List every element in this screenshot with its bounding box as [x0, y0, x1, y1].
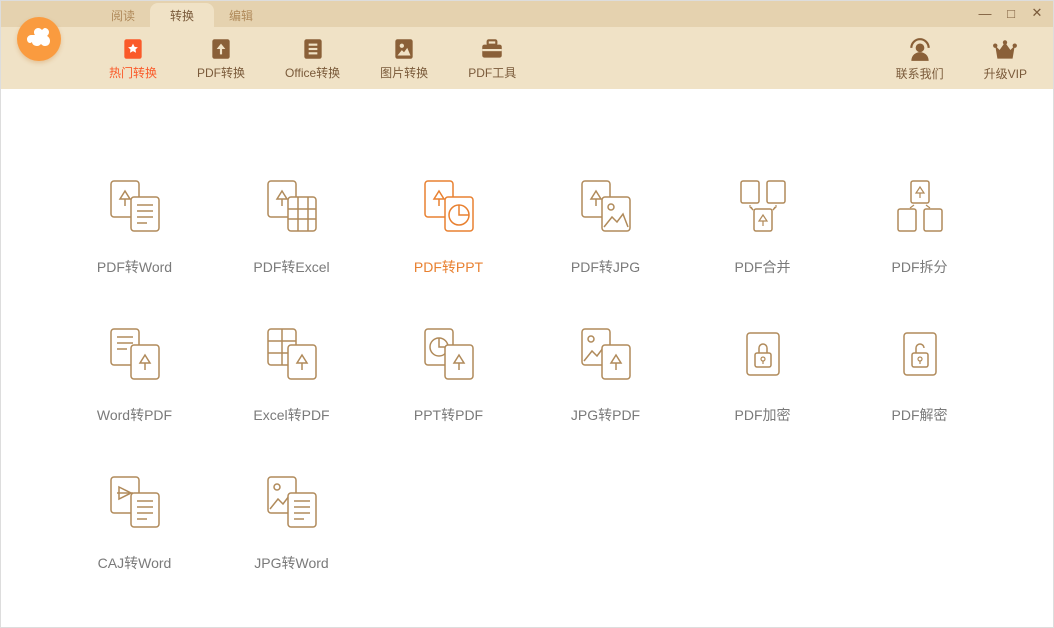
- func-excel2pdf[interactable]: Excel转PDF: [228, 327, 355, 425]
- ppt2pdf-icon: [421, 327, 477, 381]
- func-label: JPG转PDF: [571, 405, 640, 425]
- func-pdfdecrypt[interactable]: PDF解密: [856, 327, 983, 425]
- toolbar-pdf-convert[interactable]: PDF转换: [177, 32, 265, 85]
- func-label: PDF转Word: [97, 257, 172, 277]
- minimize-button[interactable]: —: [977, 5, 993, 21]
- main-toolbar: 热门转换 PDF转换 Office转换 图片转换 PDF工具 联系我们 升级VI…: [1, 27, 1053, 89]
- func-label: Word转PDF: [97, 405, 172, 425]
- toolbar-label: 热门转换: [109, 64, 157, 81]
- func-label: PPT转PDF: [414, 405, 483, 425]
- toolbar-vip[interactable]: 升级VIP: [974, 33, 1037, 86]
- function-grid: PDF转Word PDF转Excel PDF转PPT PDF转JPG PDF合并…: [71, 179, 983, 573]
- func-word2pdf[interactable]: Word转PDF: [71, 327, 198, 425]
- toolbar-office-convert[interactable]: Office转换: [265, 32, 360, 85]
- pdfdecrypt-icon: [892, 327, 948, 381]
- jpg2pdf-icon: [578, 327, 634, 381]
- pdfmerge-icon: [735, 179, 791, 233]
- func-label: PDF转JPG: [571, 257, 640, 277]
- window-controls: — □ ✕: [977, 5, 1045, 21]
- func-label: CAJ转Word: [98, 553, 172, 573]
- toolbar-right: 联系我们 升级VIP: [886, 33, 1037, 86]
- func-pdf2jpg[interactable]: PDF转JPG: [542, 179, 669, 277]
- func-pdfencrypt[interactable]: PDF加密: [699, 327, 826, 425]
- pdf2ppt-icon: [421, 179, 477, 233]
- func-label: Excel转PDF: [253, 405, 329, 425]
- func-ppt2pdf[interactable]: PPT转PDF: [385, 327, 512, 425]
- func-label: PDF转Excel: [253, 257, 329, 277]
- toolbar-items: 热门转换 PDF转换 Office转换 图片转换 PDF工具: [89, 32, 536, 85]
- func-jpg2pdf[interactable]: JPG转PDF: [542, 327, 669, 425]
- func-caj2word[interactable]: CAJ转Word: [71, 475, 198, 573]
- pdf2word-icon: [107, 179, 163, 233]
- func-jpg2word[interactable]: JPG转Word: [228, 475, 355, 573]
- top-tabs-bar: 阅读 转换 编辑 — □ ✕: [1, 1, 1053, 27]
- toolbar-label: 联系我们: [896, 65, 944, 82]
- pdf2jpg-icon: [578, 179, 634, 233]
- func-label: JPG转Word: [254, 553, 328, 573]
- close-button[interactable]: ✕: [1029, 5, 1045, 21]
- pdfsplit-icon: [892, 179, 948, 233]
- jpg2word-icon: [264, 475, 320, 529]
- func-pdf2excel[interactable]: PDF转Excel: [228, 179, 355, 277]
- tab-read[interactable]: 阅读: [91, 3, 155, 27]
- image-convert-icon: [391, 36, 417, 62]
- func-label: PDF拆分: [892, 257, 948, 277]
- toolbar-hot-convert[interactable]: 热门转换: [89, 32, 177, 85]
- word2pdf-icon: [107, 327, 163, 381]
- func-pdfmerge[interactable]: PDF合并: [699, 179, 826, 277]
- toolbar-contact[interactable]: 联系我们: [886, 33, 954, 86]
- toolbar-pdf-tool[interactable]: PDF工具: [448, 32, 536, 85]
- toolbar-label: PDF工具: [468, 64, 516, 81]
- tab-convert[interactable]: 转换: [150, 3, 214, 27]
- toolbar-label: 图片转换: [380, 64, 428, 81]
- func-pdf2ppt[interactable]: PDF转PPT: [385, 179, 512, 277]
- elephant-icon: [25, 25, 53, 53]
- crown-icon: [992, 37, 1018, 63]
- func-label: PDF合并: [735, 257, 791, 277]
- toolbox-icon: [479, 36, 505, 62]
- app-logo[interactable]: [17, 17, 61, 61]
- pdf2excel-icon: [264, 179, 320, 233]
- func-label: PDF转PPT: [414, 257, 483, 277]
- maximize-button[interactable]: □: [1003, 5, 1019, 21]
- star-icon: [120, 36, 146, 62]
- toolbar-label: Office转换: [285, 64, 340, 81]
- tab-edit[interactable]: 编辑: [209, 3, 273, 27]
- toolbar-label: PDF转换: [197, 64, 245, 81]
- main-content: PDF转Word PDF转Excel PDF转PPT PDF转JPG PDF合并…: [1, 89, 1053, 573]
- toolbar-label: 升级VIP: [984, 65, 1027, 82]
- pdf-convert-icon: [208, 36, 234, 62]
- toolbar-image-convert[interactable]: 图片转换: [360, 32, 448, 85]
- excel2pdf-icon: [264, 327, 320, 381]
- func-pdf2word[interactable]: PDF转Word: [71, 179, 198, 277]
- office-convert-icon: [300, 36, 326, 62]
- caj2word-icon: [107, 475, 163, 529]
- pdfencrypt-icon: [735, 327, 791, 381]
- headset-icon: [907, 37, 933, 63]
- func-pdfsplit[interactable]: PDF拆分: [856, 179, 983, 277]
- func-label: PDF加密: [735, 405, 791, 425]
- func-label: PDF解密: [892, 405, 948, 425]
